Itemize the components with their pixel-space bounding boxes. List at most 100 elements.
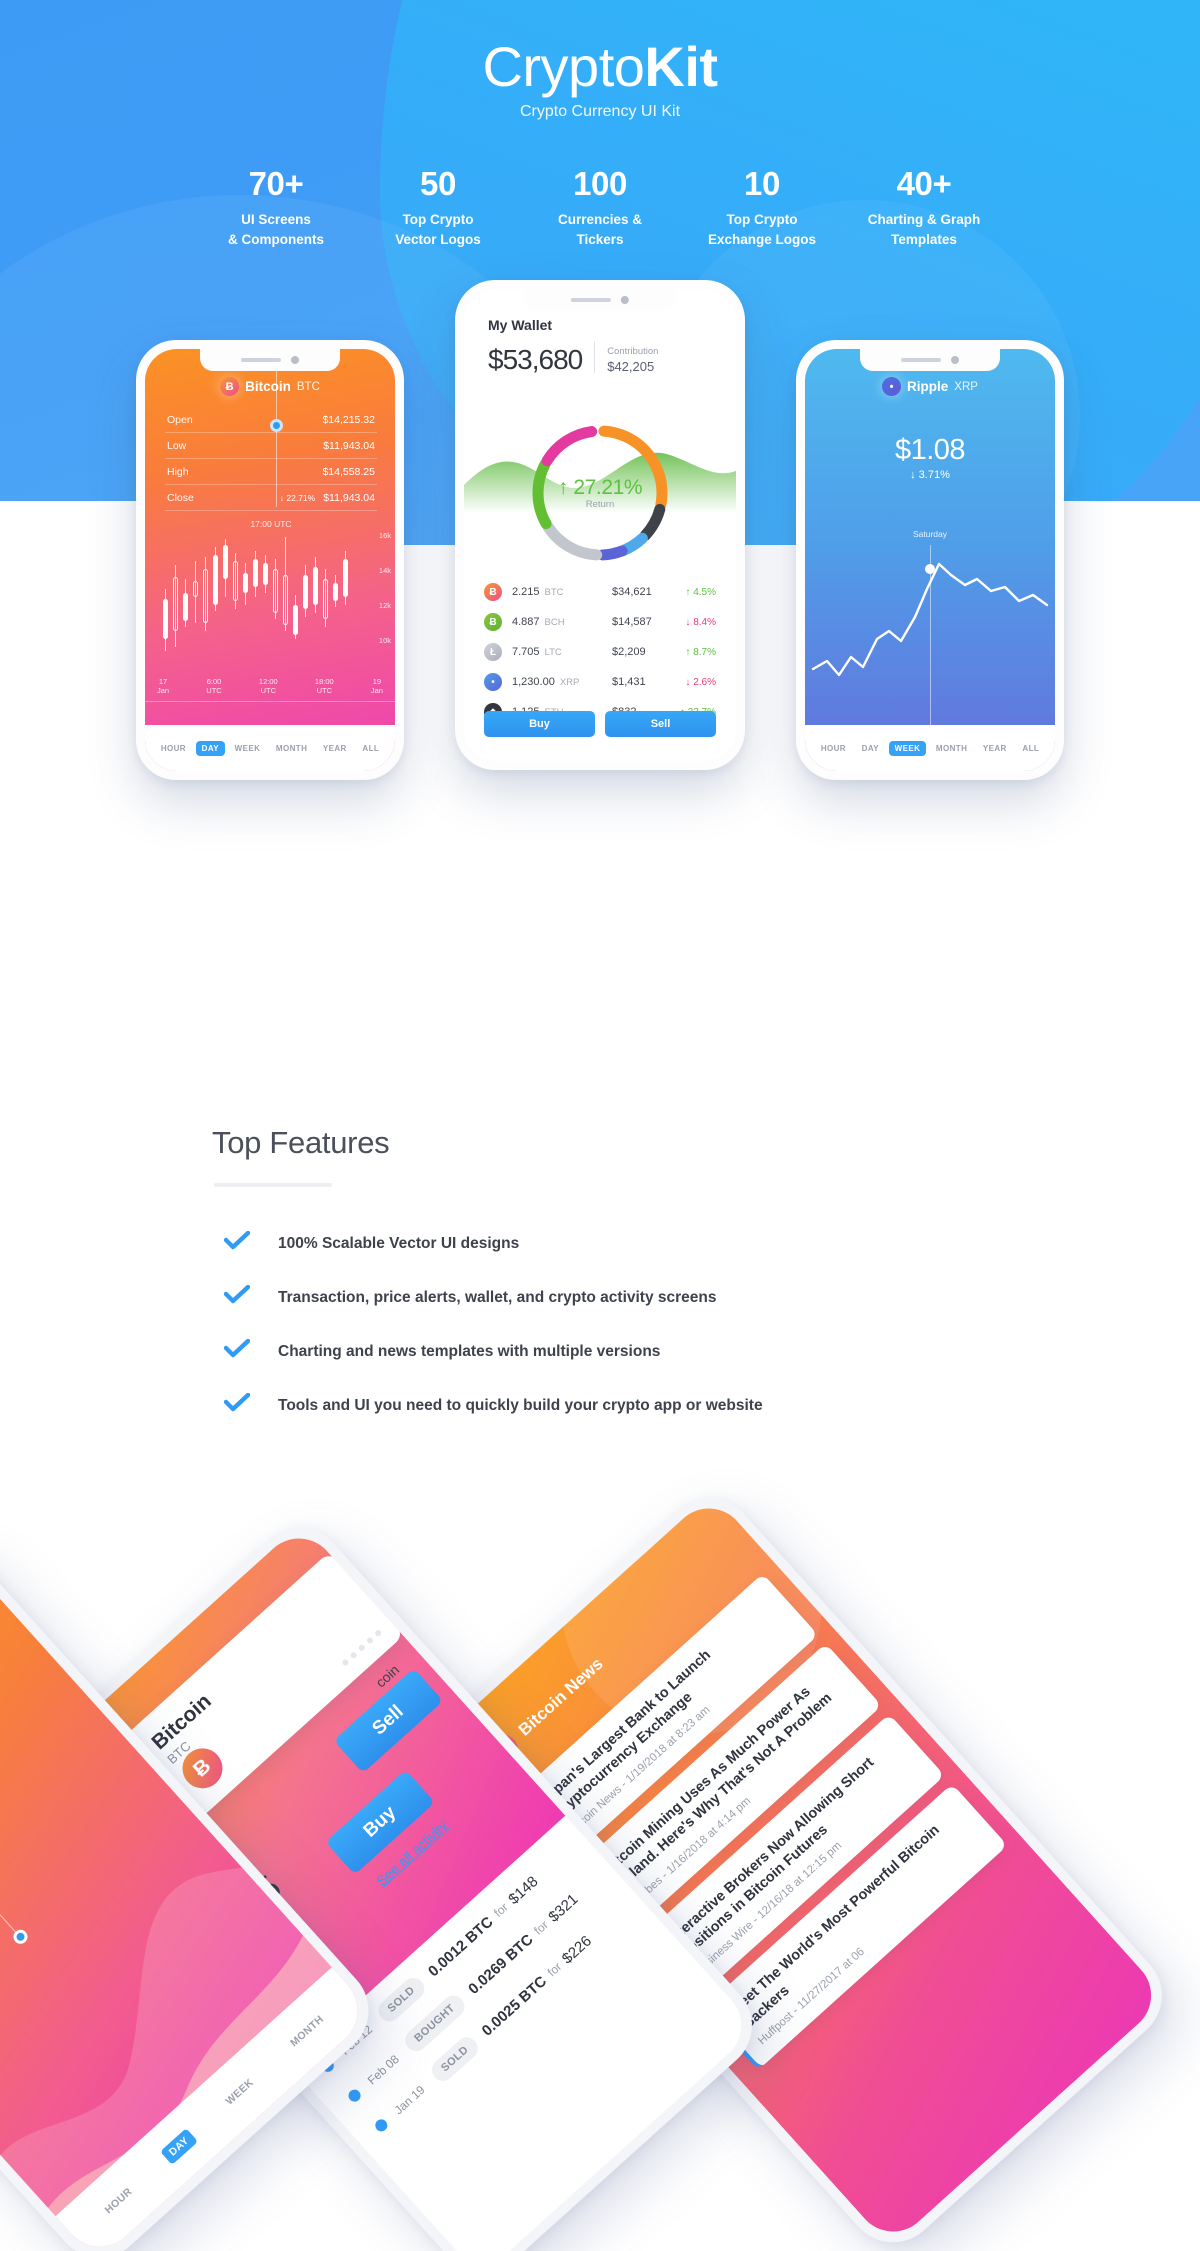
y-tick: 14k	[378, 566, 391, 575]
feature-text: Transaction, price alerts, wallet, and c…	[278, 1288, 717, 1306]
range-tab-year[interactable]: YEAR	[317, 741, 353, 756]
coin-header: • Ripple XRP	[805, 377, 1055, 396]
coin-symbol: BTC	[296, 380, 320, 393]
wallet-title: My Wallet	[488, 317, 553, 333]
candlestick-chart	[159, 535, 365, 667]
stat-item: 50 Top Crypto Vector Logos	[357, 165, 519, 249]
speaker-icon	[571, 297, 611, 303]
ohlc-value: $11,943.04	[323, 440, 375, 452]
feature-item: 100% Scalable Vector UI designs	[223, 1230, 1200, 1256]
range-tab-year[interactable]: YEAR	[977, 741, 1013, 756]
feature-text: 100% Scalable Vector UI designs	[278, 1234, 520, 1252]
feature-item: Charting and news templates with multipl…	[223, 1338, 1200, 1364]
bch-icon: Ƀ	[484, 613, 502, 631]
range-tab-hour[interactable]: HOUR	[815, 741, 852, 756]
timeline-dot-icon	[346, 2087, 364, 2105]
x-tick: 6:00 UTC	[206, 677, 222, 696]
stats-row: 70+ UI Screens & Components 50 Top Crypto…	[0, 165, 1200, 249]
sell-button[interactable]: Sell	[605, 711, 716, 737]
coin-symbol: XRP	[954, 380, 978, 393]
stat-item: 10 Top Crypto Exchange Logos	[681, 165, 843, 249]
holding-amount: 1,230.00	[512, 676, 555, 688]
coin-name: Bitcoin	[245, 379, 291, 394]
ohlc-value: $11,943.04	[323, 492, 375, 504]
x-axis-labels: 17 Jan 6:00 UTC 12:00 UTC 18:00 UTC 19 Jan	[157, 677, 383, 696]
buy-button[interactable]: Buy	[484, 711, 595, 737]
ltc-icon: Ł	[484, 643, 502, 661]
phone-bitcoin-chart: Ƀ Bitcoin BTC Open $14,215.32 Low $11,94…	[136, 340, 404, 780]
stat-label: UI Screens & Components	[228, 211, 324, 247]
ohlc-row: High $14,558.25	[165, 459, 377, 485]
activity-date: Jan 19	[391, 2082, 428, 2118]
brand-block: CryptoKit Crypto Currency UI Kit	[0, 35, 1200, 121]
holding-symbol: BTC	[544, 586, 564, 598]
holding-amount: 2.215	[512, 586, 540, 598]
speaker-icon	[241, 357, 281, 363]
stat-label: Top Crypto Vector Logos	[395, 211, 481, 247]
chart-cursor-dot[interactable]	[925, 564, 935, 574]
range-tab-bar: HOUR DAY WEEK MONTH YEAR ALL	[145, 725, 395, 771]
speaker-icon	[901, 357, 941, 363]
camera-icon	[951, 356, 959, 364]
holding-amount: 7.705	[512, 646, 540, 658]
y-tick: 12k	[378, 601, 391, 610]
brand-subtitle: Crypto Currency UI Kit	[519, 102, 681, 120]
divider	[594, 341, 596, 373]
range-tab-day[interactable]: DAY	[160, 2128, 198, 2165]
holding-symbol: BCH	[544, 616, 565, 628]
xrp-icon: •	[484, 673, 502, 691]
range-tab-week[interactable]: WEEK	[217, 2070, 263, 2114]
feature-item: Tools and UI you need to quickly build y…	[223, 1392, 1200, 1418]
holding-amount: 4.887	[512, 616, 540, 628]
holding-row[interactable]: • 1,230.00 XRP $1,431 ↓ 2.6%	[484, 667, 716, 697]
range-tab-month[interactable]: MONTH	[282, 2007, 333, 2056]
y-tick: 10k	[378, 636, 391, 645]
holding-symbol: XRP	[559, 676, 580, 688]
range-tab-hour[interactable]: HOUR	[155, 741, 192, 756]
holding-row[interactable]: Ł 7.705 LTC $2,209 ↑ 8.7%	[484, 637, 716, 667]
phone-ripple-chart: • Ripple XRP $1.08 ↓ 3.71% Saturday HOUR…	[796, 340, 1064, 780]
page-title: CryptoKit	[0, 35, 1200, 99]
chart-day-label: Saturday	[912, 529, 948, 539]
timeline-dot-icon	[372, 2116, 390, 2134]
ohlc-row: Low $11,943.04	[165, 433, 377, 459]
range-tab-month[interactable]: MONTH	[270, 741, 313, 756]
range-tab-day[interactable]: DAY	[195, 740, 225, 756]
stat-number: 70+	[248, 165, 304, 202]
y-axis-labels: 16k 14k 12k 10k	[379, 531, 391, 671]
range-tab-week[interactable]: WEEK	[229, 741, 267, 756]
chart-cursor-dot[interactable]	[270, 419, 283, 432]
stat-label: Currencies & Tickers	[557, 211, 643, 247]
range-tab-week[interactable]: WEEK	[888, 740, 927, 756]
ohlc-key: High	[167, 466, 189, 478]
contribution-value: $42,205	[607, 359, 655, 374]
range-tab-all[interactable]: ALL	[356, 741, 385, 756]
range-tab-hour[interactable]: HOUR	[96, 2179, 141, 2222]
brand-title-bold: Kit	[644, 35, 718, 98]
features-list: 100% Scalable Vector UI designs Transact…	[223, 1230, 1200, 1418]
check-icon	[223, 1230, 251, 1256]
activity-for-label: for	[544, 1959, 565, 1980]
wallet-actions: Buy Sell	[484, 711, 716, 737]
phone-screen: My Wallet $53,680 Contribution $42,205 ↑…	[464, 289, 736, 761]
chart-cursor-line	[930, 545, 931, 741]
range-tab-month[interactable]: MONTH	[930, 741, 973, 756]
activity-amount: $148	[504, 1872, 542, 1908]
stat-number: 10	[744, 165, 780, 202]
phone-notch	[200, 349, 340, 371]
holding-row[interactable]: Ƀ 2.215 BTC $34,621 ↑ 4.5%	[484, 577, 716, 607]
camera-icon	[621, 296, 629, 304]
wallet-balance: $53,680	[488, 344, 583, 375]
feature-item: Transaction, price alerts, wallet, and c…	[223, 1284, 1200, 1310]
ohlc-row: Close ↓ 22.71% $11,943.04	[165, 485, 377, 511]
range-tab-day[interactable]: DAY	[856, 741, 885, 756]
holding-change: ↑ 8.7%	[685, 646, 716, 658]
stat-number: 40+	[896, 165, 952, 202]
range-tab-all[interactable]: ALL	[1016, 741, 1045, 756]
contribution-label: Contribution	[607, 346, 659, 358]
stat-number: 100	[573, 165, 627, 202]
holding-row[interactable]: Ƀ 4.887 BCH $14,587 ↓ 8.4%	[484, 607, 716, 637]
activity-amount: $226	[558, 1932, 595, 1968]
features-divider	[214, 1183, 332, 1187]
stat-number: 50	[420, 165, 456, 202]
